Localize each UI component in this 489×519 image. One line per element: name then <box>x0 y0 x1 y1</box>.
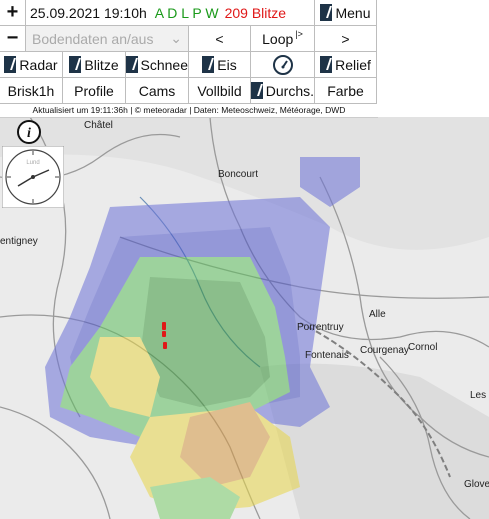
checkbox-icon <box>4 56 17 73</box>
place-glove: Glove <box>464 479 489 490</box>
menu-label: Menu <box>335 4 371 21</box>
place-les: Les <box>470 390 486 401</box>
cams-label: Cams <box>138 82 176 99</box>
place-entigney: entigney <box>0 236 38 247</box>
blitze-toggle[interactable]: Blitze <box>63 52 126 78</box>
datetime-text: 25.09.2021 19:10h <box>30 4 147 21</box>
place-courgenay: Courgenay <box>360 345 409 356</box>
clock-icon[interactable]: Lund <box>2 146 64 208</box>
checkbox-icon <box>126 56 138 73</box>
info-icon[interactable]: i <box>14 119 44 145</box>
schnee-toggle[interactable]: Schnee <box>126 52 189 78</box>
checkbox-icon <box>320 4 333 21</box>
relief-toggle[interactable]: Relief <box>315 52 377 78</box>
durchs-label: Durchs. <box>265 82 314 99</box>
zoom-out-button[interactable]: − <box>0 26 26 52</box>
svg-text:i: i <box>27 126 31 141</box>
relief-label: Relief <box>335 56 371 73</box>
eis-label: Eis <box>217 56 237 73</box>
timestamp-bar: 25.09.2021 19:10h A D L P W 209 Blitze <box>26 0 315 26</box>
farbe-button[interactable]: Farbe <box>315 78 377 104</box>
eis-toggle[interactable]: Eis <box>189 52 251 78</box>
sources-text: A D L P W <box>154 4 219 21</box>
zoom-in-button[interactable]: + <box>0 0 26 26</box>
checkbox-icon <box>251 82 263 99</box>
checkbox-icon <box>320 56 333 73</box>
place-cornol: Cornol <box>408 342 437 353</box>
bodendaten-select[interactable]: Bodendaten an/aus ⌄ <box>26 26 189 52</box>
status-bar: Aktualisiert um 19:11:36h | © meteoradar… <box>0 104 378 118</box>
farbe-label: Farbe <box>327 82 364 99</box>
clock-label: Lund <box>26 160 39 166</box>
chevron-down-icon: ⌄ <box>170 30 182 46</box>
prev-label: < <box>215 30 224 47</box>
durchs-toggle[interactable]: Durchs. <box>251 78 315 104</box>
radar-map[interactable]: Châtel Boncourt entigney Porrentruy Font… <box>0 117 489 519</box>
profile-button[interactable]: Profile <box>63 78 126 104</box>
cams-button[interactable]: Cams <box>126 78 189 104</box>
prev-button[interactable]: < <box>189 26 251 52</box>
next-label: > <box>341 30 350 47</box>
vollbild-label: Vollbild <box>197 82 242 99</box>
loop-button[interactable]: Loop |> <box>251 26 315 52</box>
blitze-label: Blitze <box>84 56 119 73</box>
place-alle: Alle <box>369 309 386 320</box>
gauge-button[interactable] <box>251 52 315 78</box>
place-chatel: Châtel <box>84 120 113 131</box>
schnee-label: Schnee <box>140 56 188 73</box>
vollbild-button[interactable]: Vollbild <box>189 78 251 104</box>
brisk-button[interactable]: Brisk1h <box>0 78 63 104</box>
brisk-label: Brisk1h <box>7 82 55 99</box>
map-canvas[interactable]: Châtel Boncourt entigney Porrentruy Font… <box>0 117 489 519</box>
menu-button[interactable]: Menu <box>315 0 377 26</box>
checkbox-icon <box>202 56 215 73</box>
place-boncourt: Boncourt <box>218 169 258 180</box>
bodendaten-label: Bodendaten an/aus <box>32 30 154 47</box>
zoom-out-label: − <box>6 27 19 49</box>
radar-label: Radar <box>19 56 58 73</box>
checkbox-icon <box>69 56 82 73</box>
next-button[interactable]: > <box>315 26 377 52</box>
radar-toggle[interactable]: Radar <box>0 52 63 78</box>
loop-label: Loop <box>262 30 294 47</box>
place-porrentruy: Porrentruy <box>297 322 344 333</box>
profile-label: Profile <box>74 82 114 99</box>
lightning-count: 209 Blitze <box>224 4 287 21</box>
loop-play-icon: |> <box>295 28 303 39</box>
place-fontenais: Fontenais <box>305 350 349 361</box>
zoom-in-label: + <box>6 1 19 23</box>
gauge-icon <box>272 54 293 75</box>
app-root: Châtel Boncourt entigney Porrentruy Font… <box>0 0 489 519</box>
